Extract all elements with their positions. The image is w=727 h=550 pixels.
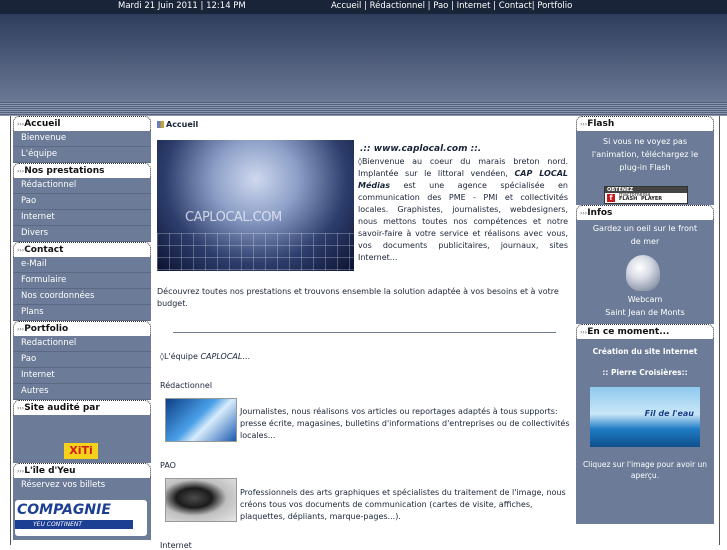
audit-box: XiTi xyxy=(13,415,151,463)
breadcrumb: Accueil xyxy=(157,120,198,129)
pao-title: PAO xyxy=(160,461,176,470)
box-title-flash: ›››Flash xyxy=(576,116,714,131)
box-title-audit: ›››Site audité par xyxy=(13,400,151,415)
moment-caption: Cliquez sur l'image pour avoir un aperçu… xyxy=(582,460,708,480)
image-caption: CAPLOCAL.COM xyxy=(185,210,282,225)
box-title-prestations: ›››Nos prestations xyxy=(13,163,151,178)
box-title-infos: ›››Infos xyxy=(576,205,714,220)
pao-text: Professionnels des arts graphiques et sp… xyxy=(240,488,566,521)
flash-player-badge[interactable]: OBTENEZ f macromedia FLASH PLAYER xyxy=(604,186,688,204)
menu-contact: e-Mail Formulaire Nos coordonnées Plans xyxy=(13,257,151,321)
right-sidebar: ›››Flash Si vous ne voyez pas l'animatio… xyxy=(576,116,714,524)
top-bar: Mardi 21 Juin 2011 | 12:14 PM Accueil | … xyxy=(0,0,727,14)
nav-redactionnel[interactable]: Rédactionnel xyxy=(370,1,425,11)
header-banner xyxy=(0,14,727,102)
compagnie-subtitle: YEU CONTINENT xyxy=(15,520,133,529)
ad-title: Fil de l'eau xyxy=(644,409,694,418)
box-title-contact: ›››Contact xyxy=(13,242,151,257)
webcam-icon[interactable] xyxy=(626,255,660,291)
box-title-moment: ›››En ce moment... xyxy=(576,324,714,339)
infos-text: Gardez un oeil sur le front de mer xyxy=(592,224,698,246)
compagnie-title: COMPAGNIE xyxy=(17,502,111,518)
flash-badge-line3: PLAYER xyxy=(641,196,663,202)
yeu-box: Réservez vos billets COMPAGNIE YEU CONTI… xyxy=(13,478,151,540)
nav-portfolio[interactable]: Portfolio xyxy=(537,1,572,11)
webcam-location: Saint Jean de Monts xyxy=(605,308,685,317)
moment-headline: Création du site Internet xyxy=(592,347,698,356)
moment-box: Création du site Internet :: Pierre Croi… xyxy=(576,339,714,524)
moment-subhead: :: Pierre Croisières:: xyxy=(602,368,688,377)
sidebar-item-email[interactable]: e-Mail xyxy=(13,257,151,273)
top-nav: Accueil | Rédactionnel | Pao | Internet … xyxy=(331,1,573,11)
sidebar-item-formulaire[interactable]: Formulaire xyxy=(13,273,151,289)
redac-text: Journalistes, nous réalisons vos article… xyxy=(240,407,570,440)
date-time: Mardi 21 Juin 2011 | 12:14 PM xyxy=(118,1,246,11)
redac-thumbnail xyxy=(165,398,237,442)
site-title: .:: www.caplocal.com ::. xyxy=(360,144,482,154)
sidebar-item-portfolio-internet[interactable]: Internet xyxy=(13,368,151,384)
flash-badge-line2: FLASH xyxy=(619,196,638,202)
pierre-croisieres-ad[interactable]: Fil de l'eau xyxy=(590,387,700,447)
sidebar-item-portfolio-autres[interactable]: Autres xyxy=(13,384,151,400)
sidebar-item-pao[interactable]: Pao xyxy=(13,194,151,210)
sidebar-item-equipe[interactable]: L'équipe xyxy=(13,147,151,163)
menu-prestations: Rédactionnel Pao Internet Divers xyxy=(13,178,151,242)
nav-pao[interactable]: Pao xyxy=(433,1,448,11)
menu-portfolio: Redactionnel Pao Internet Autres xyxy=(13,336,151,400)
sidebar-item-coordonnees[interactable]: Nos coordonnées xyxy=(13,289,151,305)
nav-contact[interactable]: Contact xyxy=(499,1,532,11)
team-heading: ◊L'équipe CAPLOCAL... xyxy=(160,352,250,361)
caplocal-image: CAPLOCAL.COM xyxy=(157,140,354,271)
sidebar-item-plans[interactable]: Plans xyxy=(13,305,151,321)
box-title-accueil: ›››Accueil xyxy=(13,116,151,131)
flash-text: Si vous ne voyez pas l'animation, téléch… xyxy=(591,137,699,172)
header-stripe xyxy=(0,102,727,116)
xiti-badge[interactable]: XiTi xyxy=(64,443,98,459)
flash-f-icon: f xyxy=(607,194,615,202)
divider xyxy=(173,332,556,333)
infos-box: Gardez un oeil sur le front de mer Webca… xyxy=(576,220,714,324)
main-content: Accueil CAPLOCAL.COM .:: www.caplocal.co… xyxy=(157,116,571,550)
flash-box: Si vous ne voyez pas l'animation, téléch… xyxy=(576,131,714,205)
left-sidebar: ›››Accueil Bienvenue L'équipe ›››Nos pre… xyxy=(13,116,151,540)
menu-accueil: Bienvenue L'équipe xyxy=(13,131,151,163)
internet-title: Internet xyxy=(160,541,192,550)
grid-overlay xyxy=(157,233,354,271)
webcam-caption: Webcam xyxy=(627,295,663,304)
box-title-yeu: ›››L'île d'Yeu xyxy=(13,463,151,478)
team-brand: CAPLOCAL xyxy=(200,352,243,361)
sidebar-item-portfolio-pao[interactable]: Pao xyxy=(13,352,151,368)
box-title-portfolio: ›››Portfolio xyxy=(13,321,151,336)
redac-title: Rédactionnel xyxy=(160,381,213,390)
nav-accueil[interactable]: Accueil xyxy=(331,1,361,11)
reserve-link[interactable]: Réservez vos billets xyxy=(13,478,151,493)
sidebar-item-portfolio-redactionnel[interactable]: Redactionnel xyxy=(13,336,151,352)
sidebar-item-divers[interactable]: Divers xyxy=(13,226,151,242)
sidebar-item-redactionnel[interactable]: Rédactionnel xyxy=(13,178,151,194)
grid-icon xyxy=(157,121,164,128)
nav-internet[interactable]: Internet xyxy=(457,1,491,11)
compagnie-banner[interactable]: COMPAGNIE YEU CONTINENT xyxy=(15,500,147,536)
intro-text: ◊Bienvenue au coeur du marais breton nor… xyxy=(358,157,568,262)
sidebar-item-bienvenue[interactable]: Bienvenue xyxy=(13,131,151,147)
sidebar-item-internet[interactable]: Internet xyxy=(13,210,151,226)
pao-thumbnail xyxy=(165,478,237,522)
paragraph-prestations: Découvrez toutes nos prestations et trou… xyxy=(157,287,559,308)
